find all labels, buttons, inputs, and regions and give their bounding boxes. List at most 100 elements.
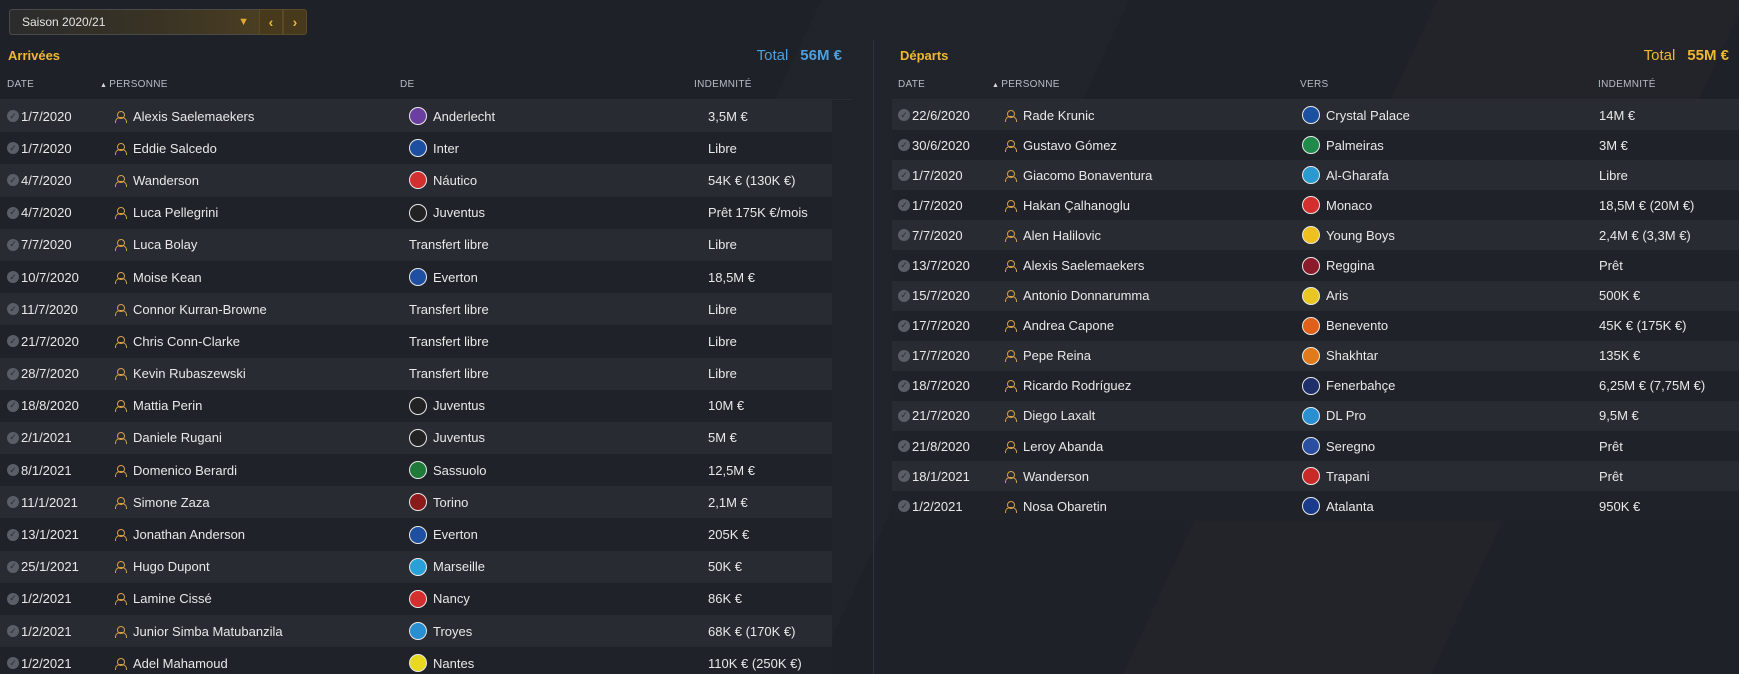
person-name[interactable]: Leroy Abanda bbox=[1023, 439, 1103, 454]
club-cell[interactable]: Juventus bbox=[409, 396, 485, 415]
table-row[interactable]: ✓ 1/7/2020 Eddie Salcedo Inter Libre bbox=[0, 132, 832, 165]
person-name[interactable]: Diego Laxalt bbox=[1023, 408, 1095, 423]
table-row[interactable]: ✓ 28/7/2020 Kevin Rubaszewski Transfert lib… bbox=[0, 357, 832, 390]
person-name[interactable]: Connor Kurran-Browne bbox=[133, 302, 267, 317]
table-row[interactable]: ✓ 21/8/2020 Leroy Abanda Seregno Prêt bbox=[892, 431, 1739, 462]
column-fee[interactable]: INDEMNITÉ bbox=[1598, 79, 1656, 90]
club-cell[interactable]: Anderlecht bbox=[409, 107, 495, 126]
person-name[interactable]: Nosa Obaretin bbox=[1023, 499, 1107, 514]
person-name[interactable]: Alexis Saelemaekers bbox=[133, 109, 254, 124]
person-cell[interactable]: Moise Kean bbox=[115, 270, 202, 285]
person-cell[interactable]: Andrea Capone bbox=[1005, 318, 1114, 333]
table-row[interactable]: ✓ 1/2/2021 Nosa Obaretin Atalanta 950K € bbox=[892, 491, 1739, 522]
club-cell[interactable]: Torino bbox=[409, 493, 468, 512]
club-cell[interactable]: Trapani bbox=[1302, 467, 1370, 486]
column-date[interactable]: DATE bbox=[7, 79, 34, 90]
person-cell[interactable]: Mattia Perin bbox=[115, 398, 202, 413]
column-date[interactable]: DATE bbox=[898, 79, 925, 90]
club-cell[interactable]: Monaco bbox=[1302, 196, 1372, 215]
club-name[interactable]: Benevento bbox=[1326, 318, 1388, 333]
club-cell[interactable]: Everton bbox=[409, 268, 478, 287]
club-name[interactable]: Troyes bbox=[433, 624, 472, 639]
person-cell[interactable]: Adel Mahamoud bbox=[115, 656, 228, 671]
table-row[interactable]: ✓ 18/7/2020 Ricardo Rodríguez Fenerbahçe 6,2… bbox=[892, 370, 1739, 401]
table-row[interactable]: ✓ 7/7/2020 Alen Halilovic Young Boys 2,4M € … bbox=[892, 220, 1739, 251]
club-name[interactable]: Monaco bbox=[1326, 198, 1372, 213]
person-cell[interactable]: Daniele Rugani bbox=[115, 430, 222, 445]
club-cell[interactable]: Palmeiras bbox=[1302, 136, 1384, 155]
table-row[interactable]: ✓ 8/1/2021 Domenico Berardi Sassuolo 12,5M € bbox=[0, 454, 832, 487]
club-cell[interactable]: Troyes bbox=[409, 622, 472, 641]
club-name[interactable]: Al-Gharafa bbox=[1326, 168, 1389, 183]
table-row[interactable]: ✓ 18/8/2020 Mattia Perin Juventus 10M € bbox=[0, 389, 832, 422]
club-name[interactable]: Fenerbahçe bbox=[1326, 378, 1395, 393]
column-person[interactable]: ▲ PERSONNE bbox=[992, 79, 1060, 90]
person-cell[interactable]: Gustavo Gómez bbox=[1005, 138, 1117, 153]
person-name[interactable]: Wanderson bbox=[133, 173, 199, 188]
club-name[interactable]: Juventus bbox=[433, 430, 485, 445]
table-row[interactable]: ✓ 2/1/2021 Daniele Rugani Juventus 5M € bbox=[0, 421, 832, 455]
club-cell[interactable]: Náutico bbox=[409, 171, 477, 190]
table-row[interactable]: ✓ 1/7/2020 Giacomo Bonaventura Al-Gharafa Li… bbox=[892, 160, 1739, 191]
person-cell[interactable]: Eddie Salcedo bbox=[115, 141, 217, 156]
club-cell[interactable]: Young Boys bbox=[1302, 226, 1395, 245]
person-cell[interactable]: Diego Laxalt bbox=[1005, 408, 1095, 423]
person-name[interactable]: Gustavo Gómez bbox=[1023, 138, 1117, 153]
person-name[interactable]: Ricardo Rodríguez bbox=[1023, 378, 1131, 393]
club-name[interactable]: Everton bbox=[433, 270, 478, 285]
table-row[interactable]: ✓ 1/7/2020 Alexis Saelemaekers Anderlecht 3,… bbox=[0, 100, 832, 133]
table-row[interactable]: ✓ 1/2/2021 Lamine Cissé Nancy 86K € bbox=[0, 582, 832, 615]
table-row[interactable]: ✓ 25/1/2021 Hugo Dupont Marseille 50K € bbox=[0, 550, 832, 583]
person-name[interactable]: Hugo Dupont bbox=[133, 559, 210, 574]
club-cell[interactable]: Atalanta bbox=[1302, 497, 1374, 516]
person-name[interactable]: Luca Pellegrini bbox=[133, 205, 218, 220]
person-name[interactable]: Daniele Rugani bbox=[133, 430, 222, 445]
club-cell[interactable]: DL Pro bbox=[1302, 406, 1366, 425]
person-name[interactable]: Moise Kean bbox=[133, 270, 202, 285]
person-name[interactable]: Kevin Rubaszewski bbox=[133, 366, 246, 381]
club-name[interactable]: Juventus bbox=[433, 205, 485, 220]
person-cell[interactable]: Jonathan Anderson bbox=[115, 527, 245, 542]
table-row[interactable]: ✓ 4/7/2020 Luca Pellegrini Juventus Prêt 175… bbox=[0, 196, 832, 229]
club-cell[interactable]: Transfert libre bbox=[409, 334, 489, 349]
person-cell[interactable]: Alen Halilovic bbox=[1005, 228, 1101, 243]
club-cell[interactable]: Seregno bbox=[1302, 437, 1375, 456]
club-name[interactable]: Juventus bbox=[433, 398, 485, 413]
club-cell[interactable]: Al-Gharafa bbox=[1302, 166, 1389, 185]
club-name[interactable]: Trapani bbox=[1326, 469, 1370, 484]
club-name[interactable]: Inter bbox=[433, 141, 459, 156]
club-cell[interactable]: Juventus bbox=[409, 203, 485, 222]
club-name[interactable]: Everton bbox=[433, 527, 478, 542]
person-name[interactable]: Pepe Reina bbox=[1023, 348, 1091, 363]
table-row[interactable]: ✓ 13/1/2021 Jonathan Anderson Everton 205K € bbox=[0, 518, 832, 551]
club-cell[interactable]: Juventus bbox=[409, 428, 485, 447]
person-cell[interactable]: Wanderson bbox=[1005, 469, 1089, 484]
person-cell[interactable]: Connor Kurran-Browne bbox=[115, 302, 267, 317]
club-name[interactable]: Aris bbox=[1326, 288, 1348, 303]
table-row[interactable]: ✓ 21/7/2020 Chris Conn-Clarke Transfert lib… bbox=[0, 325, 832, 358]
club-cell[interactable]: Nancy bbox=[409, 589, 470, 608]
table-row[interactable]: ✓ 10/7/2020 Moise Kean Everton 18,5M € bbox=[0, 260, 832, 294]
person-cell[interactable]: Pepe Reina bbox=[1005, 348, 1091, 363]
person-name[interactable]: Jonathan Anderson bbox=[133, 527, 245, 542]
club-name[interactable]: Young Boys bbox=[1326, 228, 1395, 243]
person-cell[interactable]: Domenico Berardi bbox=[115, 463, 237, 478]
club-cell[interactable]: Crystal Palace bbox=[1302, 106, 1410, 125]
person-name[interactable]: Adel Mahamoud bbox=[133, 656, 228, 671]
column-to[interactable]: VERS bbox=[1300, 79, 1328, 90]
person-name[interactable]: Rade Krunic bbox=[1023, 108, 1095, 123]
person-cell[interactable]: Alexis Saelemaekers bbox=[1005, 258, 1144, 273]
person-cell[interactable]: Kevin Rubaszewski bbox=[115, 366, 246, 381]
club-name[interactable]: Náutico bbox=[433, 173, 477, 188]
table-row[interactable]: ✓ 13/7/2020 Alexis Saelemaekers Reggina Prêt bbox=[892, 250, 1739, 281]
table-row[interactable]: ✓ 21/7/2020 Diego Laxalt DL Pro 9,5M € bbox=[892, 400, 1739, 432]
table-row[interactable]: ✓ 18/1/2021 Wanderson Trapani Prêt bbox=[892, 461, 1739, 492]
club-name[interactable]: Atalanta bbox=[1326, 499, 1374, 514]
person-name[interactable]: Antonio Donnarumma bbox=[1023, 288, 1149, 303]
club-cell[interactable]: Transfert libre bbox=[409, 302, 489, 317]
club-name[interactable]: Marseille bbox=[433, 559, 485, 574]
person-name[interactable]: Chris Conn-Clarke bbox=[133, 334, 240, 349]
person-name[interactable]: Luca Bolay bbox=[133, 237, 197, 252]
club-cell[interactable]: Everton bbox=[409, 525, 478, 544]
table-row[interactable]: ✓ 17/7/2020 Andrea Capone Benevento 45K € (1… bbox=[892, 310, 1739, 341]
